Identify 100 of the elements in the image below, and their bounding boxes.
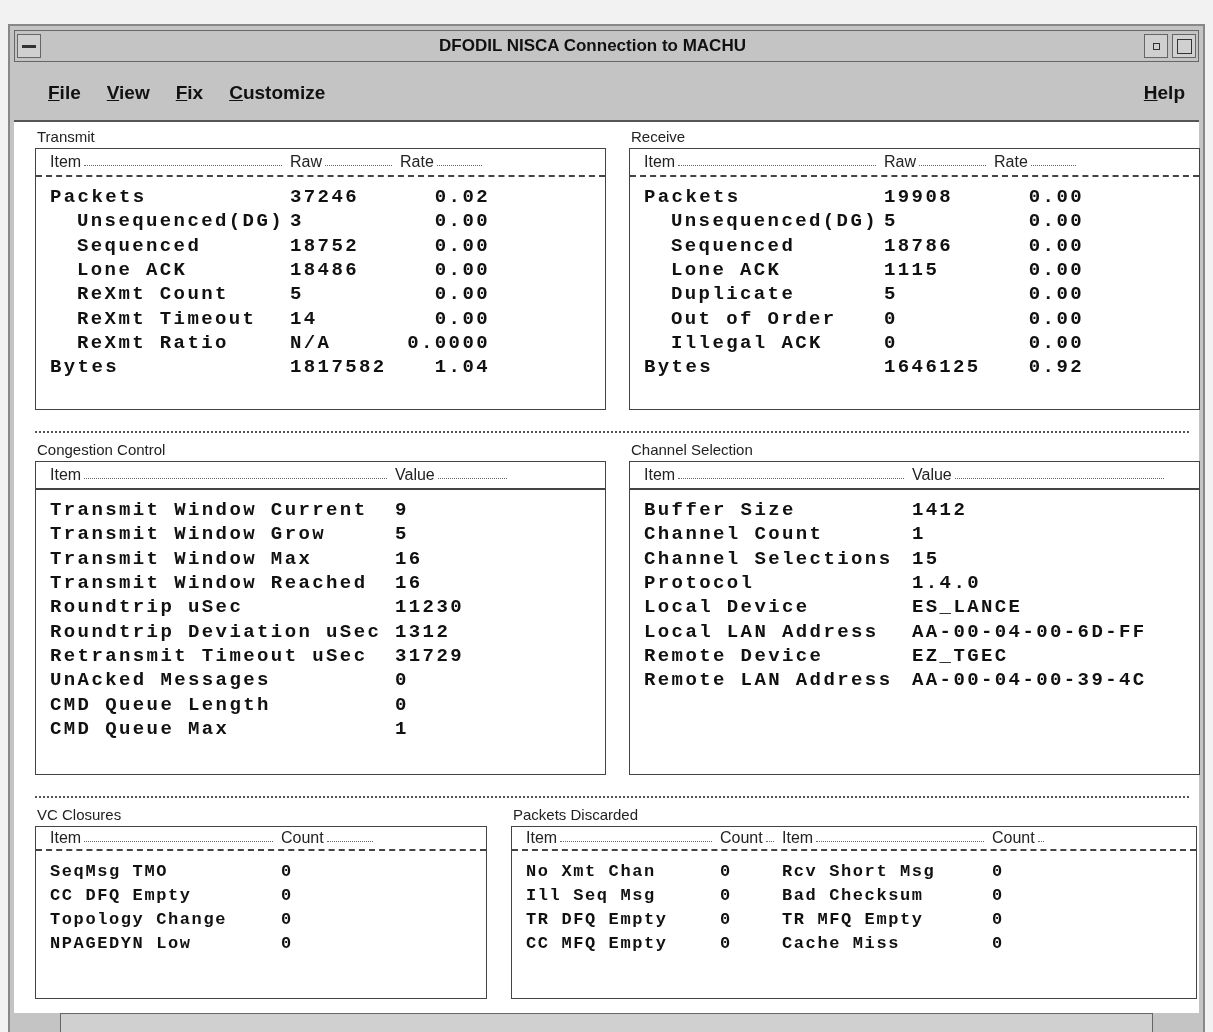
table-cell-text: 15 [912, 547, 941, 570]
table-cell-text: 0 [395, 669, 410, 692]
scrollbar[interactable] [60, 1013, 1153, 1032]
menu-item[interactable]: File [48, 82, 81, 104]
table-cell-text: 16 [395, 572, 424, 595]
table-cell-text: 0.02 [433, 186, 490, 209]
column-header[interactable]: Item [526, 829, 558, 847]
table-cell-text: 0.00 [1027, 283, 1084, 306]
table-cell-text: CMD Queue Max [50, 717, 231, 740]
table-cell-text: 0 [884, 307, 899, 330]
table-cell-text: Unsequenced(DG) [670, 210, 880, 233]
table-cell-text: EZ_TGEC [912, 644, 1010, 667]
table-cell-text: AA-00-04-00-6D-FF [912, 620, 1148, 643]
column-header[interactable]: Value [912, 466, 952, 484]
window-menu-icon[interactable] [17, 34, 41, 58]
table-cell-text: 0.00 [433, 307, 490, 330]
table-cell-text: 0 [720, 933, 733, 953]
maximize-icon[interactable] [1172, 34, 1196, 58]
table-cell-text: 11230 [395, 596, 465, 619]
table-cell-text: Sequenced [76, 234, 203, 257]
column-header[interactable]: Rate [400, 153, 434, 171]
table-cell-text: Bytes [644, 356, 714, 379]
table-cell-text: Local Device [644, 596, 811, 619]
table-cell-text: CC MFQ Empty [526, 933, 669, 953]
table-cell-text: 1817582 [290, 356, 388, 379]
table-cell-text: 5 [290, 283, 305, 306]
table-cell-text: 5 [884, 283, 899, 306]
column-header[interactable]: Count [992, 829, 1035, 847]
table-cell-text: 18486 [290, 259, 360, 282]
section-title: VC Closures [36, 805, 123, 825]
table-cell-text: 0.00 [1027, 210, 1084, 233]
table-cell-text: 0.00 [433, 283, 490, 306]
table-cell-text: 0.00 [1027, 234, 1084, 257]
minimize-icon[interactable] [1144, 34, 1168, 58]
table-cell-text: 16 [395, 547, 424, 570]
table-cell-text: 0 [281, 909, 294, 929]
table-cell-text: 1312 [395, 620, 452, 643]
table-cell-text: Sequenced [670, 234, 797, 257]
table-cell-text: 0.00 [1027, 331, 1084, 354]
table-cell-text: 0 [281, 933, 294, 953]
table-cell-text: 1.04 [433, 356, 490, 379]
table-cell-text: 18752 [290, 234, 360, 257]
table-cell-text: 0.00 [1027, 186, 1084, 209]
table-cell-text: 0.0000 [406, 331, 490, 354]
table-cell-text: 5 [395, 523, 410, 546]
table-cell-text: 0 [281, 885, 294, 905]
table-cell-text: ReXmt Ratio [76, 331, 230, 354]
column-header[interactable]: Item [50, 153, 82, 171]
column-header[interactable]: Raw [290, 153, 322, 171]
table-cell-text: Cache Miss [782, 933, 902, 953]
column-header[interactable]: Item [50, 466, 82, 484]
table-cell-text: Channel Count [644, 523, 825, 546]
table-cell-text: 31729 [395, 644, 465, 667]
table-cell-text: 0.00 [433, 210, 490, 233]
table-cell-text: Packets [50, 186, 148, 209]
column-header[interactable]: Rate [994, 153, 1028, 171]
table-cell-text: 0 [720, 909, 733, 929]
table-cell-text: Ill Seq Msg [526, 885, 657, 905]
table-cell-text: 0.00 [1027, 307, 1084, 330]
table-cell-text: ReXmt Count [76, 283, 230, 306]
column-header[interactable]: Item [782, 829, 814, 847]
window-title: DFODIL NISCA Connection to MACHU [438, 36, 747, 56]
table-cell-text: 0 [395, 693, 410, 716]
section-title: Channel Selection [630, 440, 754, 460]
table-cell-text: 0.92 [1027, 356, 1084, 379]
column-header[interactable]: Raw [884, 153, 916, 171]
column-header[interactable]: Count [720, 829, 763, 847]
table-cell-text: Transmit Window Grow [50, 523, 328, 546]
table-cell-text: CMD Queue Length [50, 693, 272, 716]
column-header[interactable]: Value [395, 466, 435, 484]
table-cell-text: No Xmt Chan [526, 861, 657, 881]
table-cell-text: 0.00 [433, 234, 490, 257]
table-cell-text: Transmit Window Reached [50, 572, 369, 595]
table-cell-text: 0 [281, 861, 294, 881]
table-cell-text: 0 [992, 885, 1005, 905]
table-cell-text: Remote Device [644, 644, 825, 667]
table-cell-text: Topology Change [50, 909, 229, 929]
table-cell-text: NPAGEDYN Low [50, 933, 193, 953]
menu-item[interactable]: View [106, 82, 150, 104]
section-title: Congestion Control [36, 440, 167, 460]
table-cell-text: 18786 [884, 234, 954, 257]
table-cell-text: 0 [884, 331, 899, 354]
table-cell-text: Transmit Window Current [50, 499, 369, 522]
section-title: Packets Discarded [512, 805, 640, 825]
section-title: Receive [630, 127, 687, 147]
column-header[interactable]: Item [644, 466, 676, 484]
menu-item[interactable]: Help [1143, 82, 1185, 104]
table-cell-text: Transmit Window Max [50, 547, 314, 570]
menu-item[interactable]: Fix [175, 82, 204, 104]
table-cell-text: 3 [290, 210, 305, 233]
table-cell-text: Buffer Size [644, 499, 797, 522]
column-header[interactable]: Item [50, 829, 82, 847]
column-header[interactable]: Item [644, 153, 676, 171]
column-header[interactable]: Count [281, 829, 324, 847]
table-cell-text: TR DFQ Empty [526, 909, 669, 929]
menu-item[interactable]: Customize [229, 82, 326, 104]
table-cell-text: 0 [992, 909, 1005, 929]
table-cell-text: Packets [644, 186, 742, 209]
table-cell-text: AA-00-04-00-39-4C [912, 669, 1148, 692]
table-cell-text: Illegal ACK [670, 331, 824, 354]
